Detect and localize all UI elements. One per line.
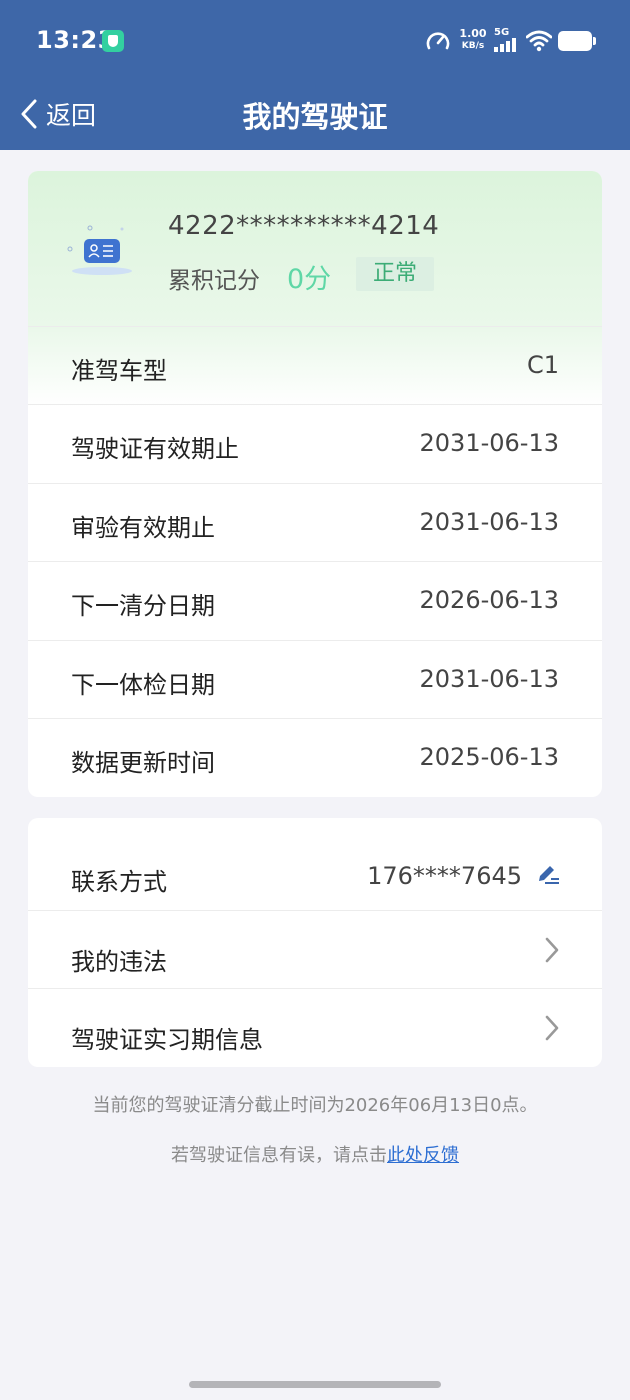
row-value: C1	[526, 351, 559, 379]
cellular-signal-icon	[494, 38, 516, 52]
violations-label: 我的违法	[71, 948, 167, 976]
links-card: 联系方式 176****7645 我的违法 驾驶证实习期信息	[28, 818, 602, 1067]
info-row-next-clear-date: 下一清分日期 2026-06-13	[28, 561, 602, 639]
row-label: 数据更新时间	[71, 749, 215, 777]
row-label: 审验有效期止	[71, 514, 215, 542]
probation-label: 驾驶证实习期信息	[71, 1026, 263, 1054]
probation-info-row[interactable]: 驾驶证实习期信息	[28, 988, 602, 1067]
info-row-next-medical-date: 下一体检日期 2031-06-13	[28, 640, 602, 718]
network-type: 5G	[494, 27, 510, 38]
contact-row[interactable]: 联系方式 176****7645	[28, 831, 602, 910]
feedback-line: 若驾驶证信息有误，请点击此处反馈	[0, 1141, 630, 1167]
page-title: 我的驾驶证	[242, 100, 388, 134]
row-label: 下一体检日期	[71, 671, 215, 699]
feedback-prefix: 若驾驶证信息有误，请点击	[171, 1145, 387, 1166]
network-speed-value: 1.00	[459, 27, 487, 40]
shield-app-icon	[102, 30, 124, 52]
nav-bar: 返回 我的驾驶证	[0, 84, 630, 150]
info-row-data-update-time: 数据更新时间 2025-06-13	[28, 718, 602, 796]
speedometer-icon	[426, 32, 450, 50]
network-speed: 1.00 KB/s	[458, 28, 488, 52]
contact-phone: 176****7645	[367, 862, 522, 890]
points-value: 0分	[287, 264, 332, 295]
license-number: 4222**********4214	[168, 211, 440, 241]
battery-icon	[558, 31, 596, 51]
status-badge: 正常	[356, 257, 434, 291]
row-value: 2026-06-13	[419, 586, 559, 614]
id-card-icon	[67, 225, 132, 275]
network-speed-unit: KB/s	[461, 41, 485, 51]
row-value: 2031-06-13	[419, 665, 559, 693]
row-label: 准驾车型	[71, 357, 167, 385]
violations-row[interactable]: 我的违法	[28, 910, 602, 989]
row-value: 2025-06-13	[419, 743, 559, 771]
chevron-right-icon	[545, 1015, 559, 1041]
points-label: 累积记分	[168, 268, 260, 294]
info-row-review-expiry: 审验有效期止 2031-06-13	[28, 483, 602, 561]
contact-label: 联系方式	[71, 868, 167, 896]
status-bar: 13:23 1.00 KB/s 5G	[0, 0, 630, 84]
license-card: 4222**********4214 累积记分 0分 正常 准驾车型 C1 驾驶…	[28, 171, 602, 797]
chevron-right-icon	[545, 937, 559, 963]
app-header: 13:23 1.00 KB/s 5G 返回 我的驾驶证	[0, 0, 630, 150]
info-row-license-expiry: 驾驶证有效期止 2031-06-13	[28, 404, 602, 482]
row-label: 驾驶证有效期止	[71, 435, 239, 463]
edit-icon[interactable]	[536, 864, 560, 886]
wifi-icon	[526, 30, 552, 52]
clear-deadline-notice: 当前您的驾驶证清分截止时间为2026年06月13日0点。	[92, 1095, 538, 1116]
feedback-link[interactable]: 此处反馈	[387, 1145, 459, 1166]
row-label: 下一清分日期	[71, 592, 215, 620]
info-row-vehicle-class: 准驾车型 C1	[28, 326, 602, 404]
row-value: 2031-06-13	[419, 508, 559, 536]
row-value: 2031-06-13	[419, 429, 559, 457]
home-indicator[interactable]	[189, 1381, 441, 1388]
